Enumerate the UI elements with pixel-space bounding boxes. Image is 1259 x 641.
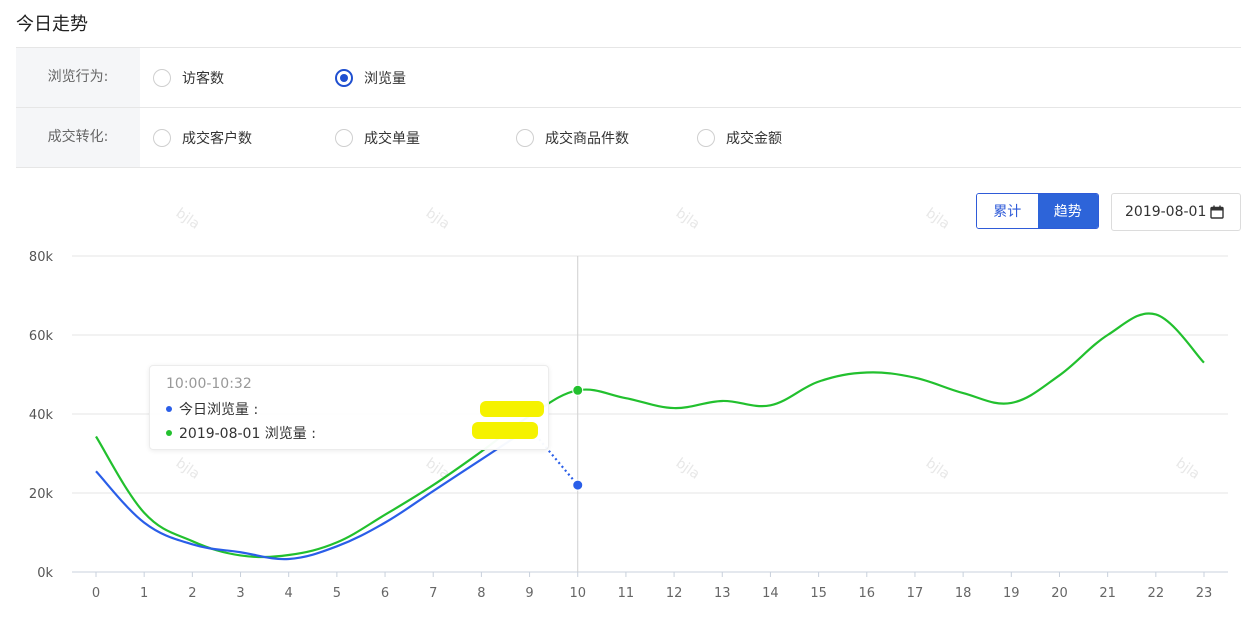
x-tick-label: 17 bbox=[907, 586, 924, 601]
y-axis: 0k 20k 40k 60k 80k bbox=[29, 250, 54, 581]
y-tick-label: 80k bbox=[29, 250, 54, 265]
radio-label: 成交单量 bbox=[364, 131, 420, 147]
hover-point-today bbox=[572, 479, 584, 491]
tooltip-dot-icon bbox=[166, 430, 172, 436]
tooltip-row-today: 今日浏览量 bbox=[166, 399, 258, 419]
filter-label-conversion: 成交转化: bbox=[16, 108, 140, 167]
radio-circle bbox=[516, 129, 534, 147]
redacted-value bbox=[472, 422, 538, 439]
toggle-cumulative-button[interactable]: 累计 bbox=[977, 194, 1038, 228]
x-tick-label: 11 bbox=[618, 586, 635, 601]
x-tick-label: 14 bbox=[762, 586, 779, 601]
x-tick-label: 19 bbox=[1003, 586, 1020, 601]
watermark-text: bjla bbox=[173, 455, 203, 483]
filter-row-browse: 浏览行为: 访客数 浏览量 bbox=[16, 48, 1241, 108]
radio-label: 浏览量 bbox=[364, 71, 406, 87]
x-tick-label: 6 bbox=[381, 586, 389, 601]
radio-deal-items[interactable]: 成交商品件数 bbox=[516, 128, 629, 148]
x-tick-label: 20 bbox=[1051, 586, 1068, 601]
tooltip-row-compare: 2019-08-01 浏览量 bbox=[166, 423, 316, 443]
x-tick-label: 0 bbox=[92, 586, 100, 601]
radio-label: 成交客户数 bbox=[182, 131, 252, 147]
x-tick-label: 1 bbox=[140, 586, 148, 601]
page-title: 今日走势 bbox=[16, 14, 88, 35]
radio-deal-customers[interactable]: 成交客户数 bbox=[153, 128, 252, 148]
radio-label: 成交金额 bbox=[726, 131, 782, 147]
redacted-value bbox=[480, 401, 544, 417]
date-value: 2019-08-01 bbox=[1125, 204, 1207, 220]
hover-points bbox=[572, 384, 584, 491]
x-tick-label: 23 bbox=[1196, 586, 1213, 601]
watermark-text: bjla bbox=[923, 205, 953, 233]
filter-row-conversion: 成交转化: 成交客户数 成交单量 成交商品件数 成交金额 bbox=[16, 108, 1241, 168]
x-tick-label: 13 bbox=[714, 586, 731, 601]
y-tick-label: 0k bbox=[37, 566, 53, 581]
x-tick-label: 3 bbox=[236, 586, 244, 601]
filter-panel: 浏览行为: 访客数 浏览量 成交转化: 成交客户数 成交单量 成交商品件数 成交… bbox=[16, 47, 1241, 168]
x-tick-label: 12 bbox=[666, 586, 683, 601]
tooltip-dot-icon bbox=[166, 406, 172, 412]
radio-deal-amount[interactable]: 成交金额 bbox=[697, 128, 782, 148]
watermark-text: bjla bbox=[423, 455, 453, 483]
x-tick-label: 18 bbox=[955, 586, 972, 601]
radio-circle bbox=[153, 69, 171, 87]
radio-circle bbox=[335, 69, 353, 87]
radio-circle bbox=[153, 129, 171, 147]
watermark-text: bjla bbox=[1173, 455, 1203, 483]
radio-pageviews[interactable]: 浏览量 bbox=[335, 68, 406, 88]
x-tick-label: 2 bbox=[188, 586, 196, 601]
toggle-trend-button[interactable]: 趋势 bbox=[1037, 194, 1098, 228]
y-tick-label: 20k bbox=[29, 487, 54, 502]
filter-label-browse: 浏览行为: bbox=[16, 48, 140, 107]
x-axis: 0 1 2 3 4 5 6 7 8 9 10 11 12 13 14 15 16 17 18 19 20 21 22 23 bbox=[92, 572, 1212, 601]
chart-tooltip: 10:00-10:32 今日浏览量 2019-08-01 浏览量 bbox=[149, 365, 549, 450]
x-tick-label: 4 bbox=[285, 586, 293, 601]
x-tick-label: 15 bbox=[810, 586, 827, 601]
radio-circle bbox=[335, 129, 353, 147]
watermark-text: bjla bbox=[423, 205, 453, 233]
x-tick-label: 9 bbox=[525, 586, 533, 601]
x-tick-label: 7 bbox=[429, 586, 437, 601]
watermark-text: bjla bbox=[673, 205, 703, 233]
watermark-text: bjla bbox=[673, 455, 703, 483]
x-tick-label: 5 bbox=[333, 586, 341, 601]
tooltip-label: 2019-08-01 浏览量 bbox=[179, 423, 316, 443]
x-tick-label: 8 bbox=[477, 586, 485, 601]
tooltip-title: 10:00-10:32 bbox=[166, 376, 252, 392]
radio-circle bbox=[697, 129, 715, 147]
radio-deal-orders[interactable]: 成交单量 bbox=[335, 128, 420, 148]
hover-point-compare bbox=[572, 384, 584, 396]
radio-label: 成交商品件数 bbox=[545, 131, 629, 147]
x-tick-label: 21 bbox=[1099, 586, 1116, 601]
watermark-text: bjla bbox=[923, 455, 953, 483]
calendar-icon bbox=[1210, 205, 1225, 219]
radio-visitors[interactable]: 访客数 bbox=[153, 68, 224, 88]
tooltip-label: 今日浏览量 bbox=[179, 399, 258, 419]
y-tick-label: 40k bbox=[29, 408, 54, 423]
y-tick-label: 60k bbox=[29, 329, 54, 344]
x-tick-label: 22 bbox=[1148, 586, 1165, 601]
date-picker[interactable]: 2019-08-01 bbox=[1111, 193, 1241, 231]
x-tick-label: 16 bbox=[859, 586, 876, 601]
view-toggle: 累计 趋势 bbox=[976, 193, 1099, 229]
radio-label: 访客数 bbox=[182, 71, 224, 87]
watermark-text: bjla bbox=[173, 205, 203, 233]
x-tick-label: 10 bbox=[569, 586, 586, 601]
